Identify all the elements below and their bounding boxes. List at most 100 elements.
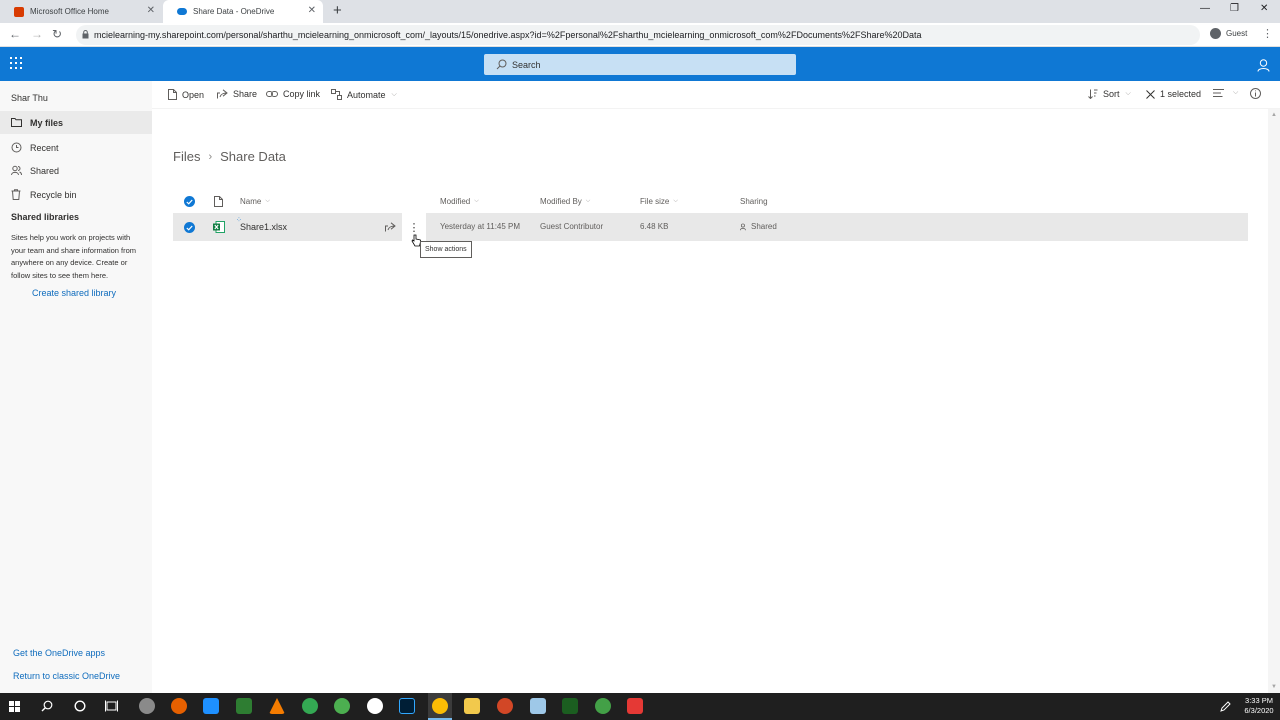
shared-libraries-heading: Shared libraries — [11, 212, 80, 222]
back-icon[interactable]: ← — [9, 27, 21, 41]
taskbar-app-icon[interactable] — [530, 698, 546, 714]
search-input[interactable]: Search — [484, 54, 796, 75]
table-row[interactable]: ⁘ Share1.xlsx ⋮ Yesterday at 11:45 PM Gu… — [173, 213, 1248, 241]
office-icon — [14, 6, 24, 17]
taskbar-app-icon[interactable] — [595, 698, 611, 714]
chrome-icon[interactable] — [302, 698, 318, 714]
nav-item-shared[interactable]: Shared — [0, 159, 152, 182]
file-modified: Yesterday at 11:45 PM — [440, 222, 521, 231]
chevron-down-icon: ⌵ — [1125, 90, 1131, 97]
clock-date: 6/3/2020 — [1244, 706, 1274, 715]
taskbar-app-icon[interactable] — [203, 698, 219, 714]
copy-link-label: Copy link — [283, 89, 321, 99]
cortana-icon[interactable] — [74, 700, 86, 712]
share-button[interactable]: Share — [217, 89, 257, 99]
chrome-icon[interactable] — [432, 698, 448, 714]
app-launcher-icon[interactable] — [10, 57, 22, 69]
scrollbar[interactable]: ▲ ▼ — [1268, 109, 1280, 693]
taskbar-app-icon[interactable] — [627, 698, 643, 714]
select-all-checkbox[interactable] — [184, 196, 195, 207]
address-bar: ← → ↻ mcielearning-my.sharepoint.com/per… — [0, 23, 1280, 47]
chevron-down-icon: ⌵ — [265, 198, 270, 204]
scroll-down-icon[interactable]: ▼ — [1271, 684, 1277, 690]
column-header-modified[interactable]: Modified ⌵ — [440, 197, 479, 206]
restore-icon[interactable]: ❐ — [1230, 3, 1239, 14]
powerpoint-icon[interactable] — [497, 698, 513, 714]
shared-libraries-description: Sites help you work on projects with you… — [11, 233, 137, 280]
taskbar-app-icon[interactable] — [334, 698, 350, 714]
people-icon — [11, 165, 22, 176]
firefox-icon[interactable] — [171, 698, 187, 714]
left-navigation: Shar Thu My files Recent Shared Recycle … — [0, 81, 152, 693]
automate-button[interactable]: Automate ⌵ — [331, 89, 397, 100]
forward-icon[interactable]: → — [31, 27, 43, 41]
pen-icon[interactable] — [1220, 701, 1231, 712]
info-button[interactable] — [1250, 88, 1266, 99]
user-name: Shar Thu — [11, 93, 48, 103]
column-label: Sharing — [740, 197, 768, 206]
new-tab-button[interactable]: + — [333, 2, 342, 19]
tab-office-home[interactable]: Microsoft Office Home ✕ — [0, 0, 162, 23]
taskbar-app-icon[interactable] — [562, 698, 578, 714]
url-field[interactable]: mcielearning-my.sharepoint.com/personal/… — [76, 25, 1200, 45]
browser-tab-strip: Microsoft Office Home ✕ Share Data - One… — [0, 0, 1280, 23]
nav-item-recent[interactable]: Recent — [0, 136, 152, 159]
sort-label: Sort — [1103, 89, 1120, 99]
search-icon[interactable] — [41, 700, 53, 712]
column-label: Modified By — [540, 197, 582, 206]
windows-start-icon[interactable] — [9, 701, 20, 712]
automate-icon — [331, 89, 342, 100]
row-checkbox[interactable] — [184, 222, 195, 233]
column-header-name[interactable]: Name ⌵ — [240, 197, 270, 206]
tooltip: Show actions — [420, 241, 472, 258]
automate-label: Automate — [347, 89, 386, 100]
share-icon[interactable] — [385, 222, 396, 232]
close-icon[interactable]: ✕ — [308, 5, 316, 16]
column-header-sharing[interactable]: Sharing — [740, 197, 768, 206]
reload-icon[interactable]: ↻ — [52, 27, 62, 41]
column-header-modified-by[interactable]: Modified By ⌵ — [540, 197, 590, 206]
close-icon[interactable]: ✕ — [147, 5, 155, 16]
taskbar-app-icon[interactable] — [236, 698, 252, 714]
scroll-up-icon[interactable]: ▲ — [1271, 112, 1277, 118]
suite-bar: Search — [0, 47, 1280, 81]
vlc-icon[interactable] — [269, 698, 285, 714]
file-name[interactable]: Share1.xlsx — [240, 222, 287, 232]
sort-button[interactable]: Sort ⌵ — [1088, 89, 1131, 99]
return-classic-link[interactable]: Return to classic OneDrive — [13, 671, 120, 681]
clear-selection-button[interactable]: 1 selected — [1146, 89, 1201, 99]
account-icon[interactable] — [1257, 59, 1270, 72]
column-header-file-size[interactable]: File size ⌵ — [640, 197, 678, 206]
browser-menu-icon[interactable]: ⋮ — [1262, 27, 1273, 40]
close-icon — [1146, 89, 1155, 99]
task-view-icon[interactable] — [105, 700, 118, 712]
taskbar-app-icon[interactable] — [139, 698, 155, 714]
nav-item-my-files[interactable]: My files — [0, 111, 152, 134]
copy-link-button[interactable]: Copy link — [266, 89, 320, 99]
people-icon — [740, 223, 746, 230]
get-onedrive-apps-link[interactable]: Get the OneDrive apps — [13, 648, 105, 658]
nav-item-recycle-bin[interactable]: Recycle bin — [0, 183, 152, 206]
breadcrumb-root[interactable]: Files — [173, 149, 200, 164]
profile-button[interactable]: Guest — [1210, 28, 1247, 39]
open-button[interactable]: Open — [168, 89, 204, 100]
folder-icon — [11, 118, 22, 127]
file-modified-by[interactable]: Guest Contributor — [540, 222, 603, 231]
minimize-icon[interactable]: — — [1200, 3, 1210, 14]
column-label: Modified — [440, 197, 471, 206]
guest-icon — [1210, 28, 1221, 39]
tab-share-data[interactable]: Share Data - OneDrive ✕ — [163, 0, 323, 23]
maps-icon[interactable] — [367, 698, 383, 714]
close-window-icon[interactable]: ✕ — [1260, 3, 1268, 14]
view-options-button[interactable]: ⌵ — [1213, 89, 1238, 97]
search-icon — [496, 59, 507, 70]
nav-item-label: Recycle bin — [30, 189, 77, 200]
command-bar: Open Share Copy link Automate ⌵ Sort ⌵ 1… — [152, 81, 1280, 109]
sort-icon — [1088, 89, 1098, 99]
file-explorer-icon[interactable] — [464, 698, 480, 714]
system-clock[interactable]: 3:33 PM 6/3/2020 — [1240, 696, 1278, 716]
create-shared-library-link[interactable]: Create shared library — [32, 288, 116, 298]
file-sharing[interactable]: Shared — [740, 222, 777, 231]
photoshop-icon[interactable] — [399, 698, 415, 714]
clock-icon — [11, 142, 22, 153]
